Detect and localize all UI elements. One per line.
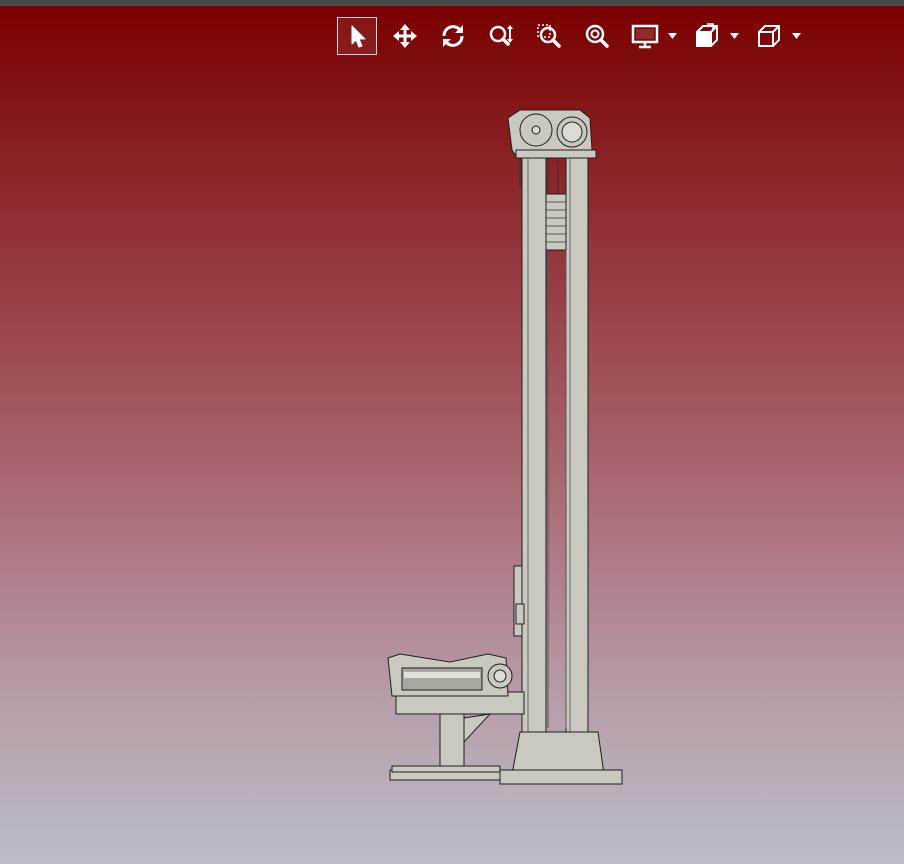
standard-views-dropdown[interactable] — [787, 33, 805, 39]
pan-move-icon — [393, 24, 417, 48]
select-arrow-icon — [351, 25, 366, 48]
standard-views-cube-icon — [758, 25, 780, 47]
display-mode-dropdown[interactable] — [663, 33, 681, 39]
standard-views-button[interactable] — [749, 17, 789, 55]
view-toolbar — [337, 16, 811, 56]
zoom-window-icon — [537, 24, 561, 48]
chevron-down-icon — [729, 33, 739, 39]
seat-roller — [401, 667, 483, 691]
view-orientation-button[interactable] — [687, 17, 727, 55]
pan-button[interactable] — [385, 17, 425, 55]
view-orientation-dropdown[interactable] — [725, 33, 743, 39]
chevron-down-icon — [667, 33, 677, 39]
gym-machine-model[interactable] — [380, 106, 630, 796]
view-orientation-icon — [696, 23, 718, 47]
display-mode-button[interactable] — [625, 17, 665, 55]
base-plinth — [511, 731, 605, 775]
chevron-down-icon — [791, 33, 801, 39]
select-button[interactable] — [337, 17, 377, 55]
front-column — [521, 157, 547, 733]
rear-column — [565, 157, 589, 733]
zoom-fit-icon — [585, 24, 609, 48]
zoom-window-button[interactable] — [529, 17, 569, 55]
display-mode-icon — [631, 24, 659, 49]
seat-support — [439, 713, 465, 769]
rotate-icon — [442, 25, 464, 47]
3d-viewport[interactable] — [0, 6, 904, 864]
zoom-fit-button[interactable] — [577, 17, 617, 55]
zoom-dynamic-icon — [489, 25, 513, 46]
rotate-button[interactable] — [433, 17, 473, 55]
zoom-dynamic-button[interactable] — [481, 17, 521, 55]
